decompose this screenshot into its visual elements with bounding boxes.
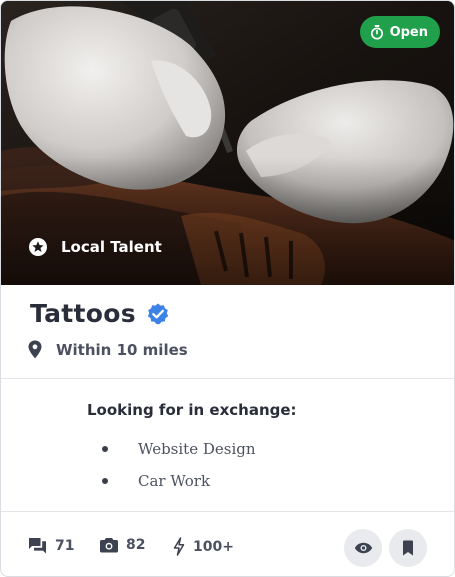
bookmark-button[interactable] (389, 529, 427, 567)
location-pin-icon (28, 340, 42, 359)
eye-icon (354, 542, 372, 554)
bookmark-icon (403, 540, 413, 556)
view-button[interactable] (344, 529, 382, 567)
photos-count: 82 (126, 537, 146, 553)
local-talent-label: Local Talent (61, 238, 162, 256)
location-label: Within 10 miles (56, 340, 188, 359)
exchange-item-label: Car Work (138, 472, 211, 490)
hero-image: Open Local Talent (1, 1, 454, 285)
listing-card[interactable]: Open Local Talent Tattoos Within 10 mile… (0, 0, 455, 577)
timer-icon (370, 24, 383, 40)
star-badge-icon (29, 238, 47, 256)
bolt-icon (173, 537, 185, 556)
exchange-list: Website Design Car Work (102, 433, 256, 497)
exchange-section: Looking for in exchange: Website Design … (1, 380, 454, 512)
activity-count: 100+ (193, 538, 234, 555)
listing-header: Tattoos Within 10 miles (1, 285, 454, 379)
list-item: Car Work (102, 465, 256, 497)
comments-icon (29, 538, 46, 554)
comments-count: 71 (55, 538, 75, 554)
bullet (102, 478, 108, 484)
bullet (102, 446, 108, 452)
camera-icon (100, 538, 118, 553)
card-footer: 71 82 100+ (1, 513, 454, 576)
exchange-item-label: Website Design (138, 440, 256, 458)
list-item: Website Design (102, 433, 256, 465)
photos-stat: 82 (100, 537, 145, 553)
exchange-heading: Looking for in exchange: (87, 401, 297, 419)
location-row: Within 10 miles (27, 340, 188, 359)
status-badge: Open (359, 16, 440, 48)
page-title: Tattoos (30, 299, 136, 328)
verified-check-icon (147, 303, 169, 324)
local-talent-tag: Local Talent (28, 237, 162, 257)
activity-stat: 100+ (173, 537, 234, 556)
status-label: Open (389, 24, 428, 40)
comments-stat: 71 (28, 537, 74, 555)
